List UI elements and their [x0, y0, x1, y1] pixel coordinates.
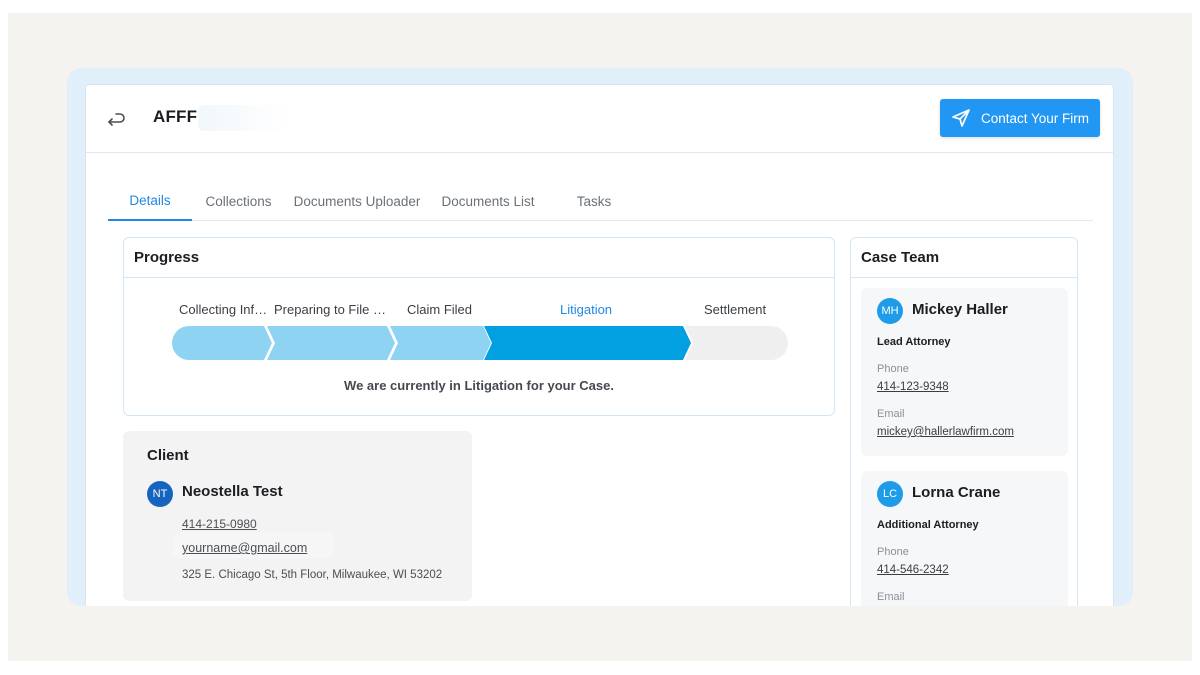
case-title: AFFF — [153, 107, 198, 126]
member-email-label: Email — [877, 408, 905, 420]
step-segment-litigation — [484, 326, 691, 360]
case-panel: AFFF Contact Your Firm Details Collectio… — [85, 84, 1114, 606]
team-member-card: MH Mickey Haller Lead Attorney Phone 414… — [861, 288, 1068, 456]
client-avatar: NT — [147, 481, 173, 507]
step-label-claim-filed: Claim Filed — [407, 302, 473, 317]
member-role: Additional Attorney — [877, 519, 979, 531]
send-icon — [952, 109, 970, 127]
tab-tasks[interactable]: Tasks — [547, 181, 641, 221]
progress-steps-bar — [172, 326, 788, 360]
client-name: Neostella Test — [182, 483, 283, 500]
member-phone-link[interactable]: 414-546-2342 — [877, 564, 949, 576]
step-segment-collecting — [172, 326, 272, 360]
contact-firm-button[interactable]: Contact Your Firm — [940, 99, 1100, 137]
redacted-title-area — [198, 105, 288, 131]
tab-details[interactable]: Details — [108, 181, 192, 221]
client-card: Client NT Neostella Test 414-215-0980 yo… — [123, 431, 472, 601]
step-label-settlement: Settlement — [704, 302, 767, 317]
client-email-link[interactable]: yourname@gmail.com — [182, 541, 307, 555]
back-arrow-icon[interactable] — [104, 109, 126, 131]
step-label-preparing: Preparing to File … — [274, 302, 386, 317]
step-label-litigation: Litigation — [560, 302, 613, 317]
tab-collections[interactable]: Collections — [192, 181, 285, 221]
member-avatar: MH — [877, 298, 903, 324]
progress-step-labels: Collecting Inf… Preparing to File … Clai… — [124, 302, 834, 320]
step-segment-preparing — [267, 326, 395, 360]
member-name: Mickey Haller — [912, 301, 1008, 318]
case-team-card: Case Team MH Mickey Haller Lead Attorney… — [850, 237, 1078, 606]
case-tabs: Details Collections Documents Uploader D… — [108, 181, 1093, 221]
member-phone-label: Phone — [877, 546, 909, 558]
progress-card: Progress Collecting Inf… Preparing to Fi… — [123, 237, 835, 416]
member-phone-link[interactable]: 414-123-9348 — [877, 381, 949, 393]
progress-title: Progress — [134, 249, 200, 266]
case-team-header: Case Team — [851, 238, 1077, 278]
step-label-collecting: Collecting Inf… — [179, 302, 268, 317]
member-phone-label: Phone — [877, 363, 909, 375]
progress-header: Progress — [124, 238, 834, 278]
member-role: Lead Attorney — [877, 336, 951, 348]
member-email-link[interactable]: mickey@hallerlawfirm.com — [877, 426, 1014, 438]
app-frame: AFFF Contact Your Firm Details Collectio… — [67, 68, 1133, 606]
step-segment-claim-filed — [390, 326, 491, 360]
tab-documents-uploader[interactable]: Documents Uploader — [285, 181, 429, 221]
client-phone-link[interactable]: 414-215-0980 — [182, 517, 257, 531]
member-name: Lorna Crane — [912, 484, 1001, 501]
step-segment-settlement — [685, 326, 788, 360]
case-header: AFFF Contact Your Firm — [86, 85, 1113, 153]
tab-documents-list[interactable]: Documents List — [429, 181, 547, 221]
progress-message: We are currently in Litigation for your … — [344, 378, 614, 393]
team-member-card: LC Lorna Crane Additional Attorney Phone… — [861, 471, 1068, 606]
client-title: Client — [147, 447, 189, 464]
member-avatar: LC — [877, 481, 903, 507]
contact-firm-label: Contact Your Firm — [980, 110, 1090, 126]
case-team-title: Case Team — [861, 249, 940, 266]
member-email-label: Email — [877, 591, 905, 603]
client-address: 325 E. Chicago St, 5th Floor, Milwaukee,… — [182, 569, 443, 581]
